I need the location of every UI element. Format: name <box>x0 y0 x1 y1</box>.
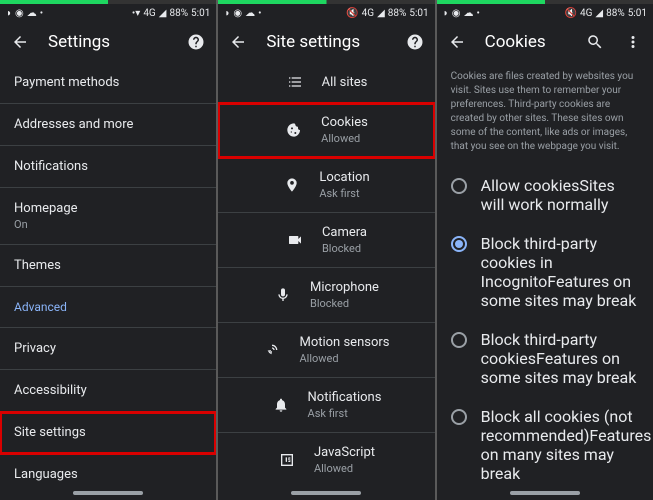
description: Cookies are files created by websites yo… <box>437 62 653 166</box>
radio-icon <box>451 178 467 194</box>
back-button[interactable] <box>10 32 30 52</box>
wifi-icon: •▾ <box>132 8 140 19</box>
sync-icon: ◉ <box>15 8 24 19</box>
signal-text: 4G <box>143 8 155 19</box>
nav-pill[interactable] <box>510 491 580 495</box>
battery-text: 88% <box>388 8 407 19</box>
camera-icon <box>286 232 304 248</box>
motion-icon <box>263 342 281 358</box>
option-allow[interactable]: Allow cookiesSites will work normally <box>437 166 653 224</box>
row-all-sites[interactable]: All sites <box>218 62 434 103</box>
msg-icon: ☁ <box>463 8 473 19</box>
row-location[interactable]: LocationAsk first <box>218 158 434 213</box>
battery-text: 88% <box>169 8 188 19</box>
row-microphone[interactable]: MicrophoneBlocked <box>218 268 434 323</box>
page-title: Settings <box>48 32 110 52</box>
cookie-icon <box>285 122 303 138</box>
back-button[interactable] <box>447 32 467 52</box>
row-themes[interactable]: Themes <box>0 245 216 287</box>
header: Cookies <box>437 22 653 62</box>
row-notifications[interactable]: NotificationsAsk first <box>218 378 434 433</box>
back-button[interactable] <box>228 32 248 52</box>
page-title: Cookies <box>485 32 546 52</box>
mute-icon: 🔇 <box>346 8 358 19</box>
row-payment-methods[interactable]: Payment methods <box>0 62 216 104</box>
site-settings-list: All sites CookiesAllowed LocationAsk fir… <box>218 62 434 486</box>
mute-icon: 🔇 <box>565 8 577 19</box>
nav-bar <box>218 486 434 500</box>
row-privacy[interactable]: Privacy <box>0 328 216 370</box>
dot-icon: • <box>40 8 43 19</box>
radio-icon <box>451 236 467 252</box>
status-bar: ◗ ◉ ☁ • 🔇 4G ◢ 88% 5:01 <box>218 4 434 22</box>
sync-icon: ◉ <box>452 8 461 19</box>
header: Settings <box>0 22 216 62</box>
row-motion[interactable]: Motion sensorsAllowed <box>218 323 434 378</box>
row-addresses[interactable]: Addresses and more <box>0 104 216 146</box>
msg-icon: ☁ <box>27 8 37 19</box>
battery-text: 88% <box>606 8 625 19</box>
signal-icon: ◢ <box>159 8 167 19</box>
moon-icon: ◗ <box>224 8 230 19</box>
row-notifications[interactable]: Notifications <box>0 146 216 188</box>
help-button[interactable] <box>186 32 206 52</box>
signal-icon: ◢ <box>595 8 603 19</box>
option-block-third[interactable]: Block third-party cookiesFeatures on som… <box>437 320 653 397</box>
page-title: Site settings <box>266 32 360 52</box>
row-camera[interactable]: CameraBlocked <box>218 213 434 268</box>
row-cookies[interactable]: CookiesAllowed <box>218 103 434 158</box>
status-bar: ◗ ◉ ☁ • 🔇 4G ◢ 88% 5:01 <box>437 4 653 22</box>
clock: 5:01 <box>628 8 647 19</box>
option-block-all[interactable]: Block all cookies (not recommended)Featu… <box>437 397 653 486</box>
signal-text: 4G <box>580 8 592 19</box>
row-languages[interactable]: Languages <box>0 454 216 486</box>
site-settings-screen: ◗ ◉ ☁ • 🔇 4G ◢ 88% 5:01 Site settings Al… <box>218 0 434 500</box>
location-icon <box>283 177 301 193</box>
settings-screen: ◗ ◉ ☁ • •▾ 4G ◢ 88% 5:01 Settings Paymen… <box>0 0 216 500</box>
radio-icon <box>451 409 467 425</box>
row-advanced[interactable]: Advanced <box>0 287 216 328</box>
clock: 5:01 <box>409 8 428 19</box>
settings-list: Payment methods Addresses and more Notif… <box>0 62 216 486</box>
option-block-incognito[interactable]: Block third-party cookies in IncognitoFe… <box>437 224 653 320</box>
more-button[interactable] <box>623 32 643 52</box>
moon-icon: ◗ <box>6 8 12 19</box>
nav-bar <box>437 486 653 500</box>
status-bar: ◗ ◉ ☁ • •▾ 4G ◢ 88% 5:01 <box>0 4 216 22</box>
dot-icon: • <box>258 8 261 19</box>
clock: 5:01 <box>191 8 210 19</box>
nav-bar <box>0 486 216 500</box>
signal-icon: ◢ <box>377 8 385 19</box>
list-icon <box>286 74 304 90</box>
bell-icon <box>272 397 290 413</box>
cookies-screen: ◗ ◉ ☁ • 🔇 4G ◢ 88% 5:01 Cookies Cookies … <box>437 0 653 500</box>
dot-icon: • <box>476 8 479 19</box>
msg-icon: ☁ <box>245 8 255 19</box>
row-homepage[interactable]: HomepageOn <box>0 188 216 245</box>
moon-icon: ◗ <box>443 8 449 19</box>
sync-icon: ◉ <box>233 8 242 19</box>
help-button[interactable] <box>405 32 425 52</box>
options-list: Allow cookiesSites will work normally Bl… <box>437 166 653 486</box>
nav-pill[interactable] <box>73 491 143 495</box>
signal-text: 4G <box>362 8 374 19</box>
nav-pill[interactable] <box>291 491 361 495</box>
search-button[interactable] <box>585 32 605 52</box>
js-icon <box>278 452 296 468</box>
row-site-settings[interactable]: Site settings <box>0 412 216 454</box>
radio-icon <box>451 332 467 348</box>
row-javascript[interactable]: JavaScriptAllowed <box>218 433 434 486</box>
mic-icon <box>274 287 292 303</box>
header: Site settings <box>218 22 434 62</box>
row-accessibility[interactable]: Accessibility <box>0 370 216 412</box>
